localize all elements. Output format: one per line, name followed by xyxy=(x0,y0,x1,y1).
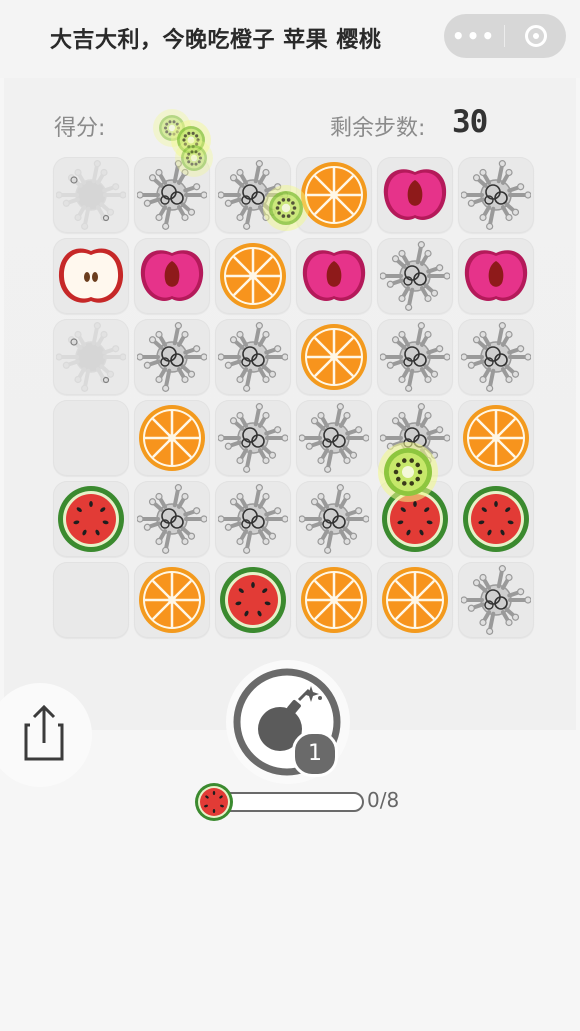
watermelon-icon xyxy=(195,783,233,821)
progress-text: 0/8 xyxy=(367,788,400,812)
kiwi-sparkle-icon xyxy=(378,442,438,502)
progress-track xyxy=(214,792,364,812)
effects-layer xyxy=(153,109,438,502)
kiwi-sparkle-icon xyxy=(263,185,309,231)
bomb-count-badge: 1 xyxy=(292,731,338,777)
kiwi-sparkle-icon xyxy=(175,139,213,177)
share-icon[interactable] xyxy=(22,703,66,763)
